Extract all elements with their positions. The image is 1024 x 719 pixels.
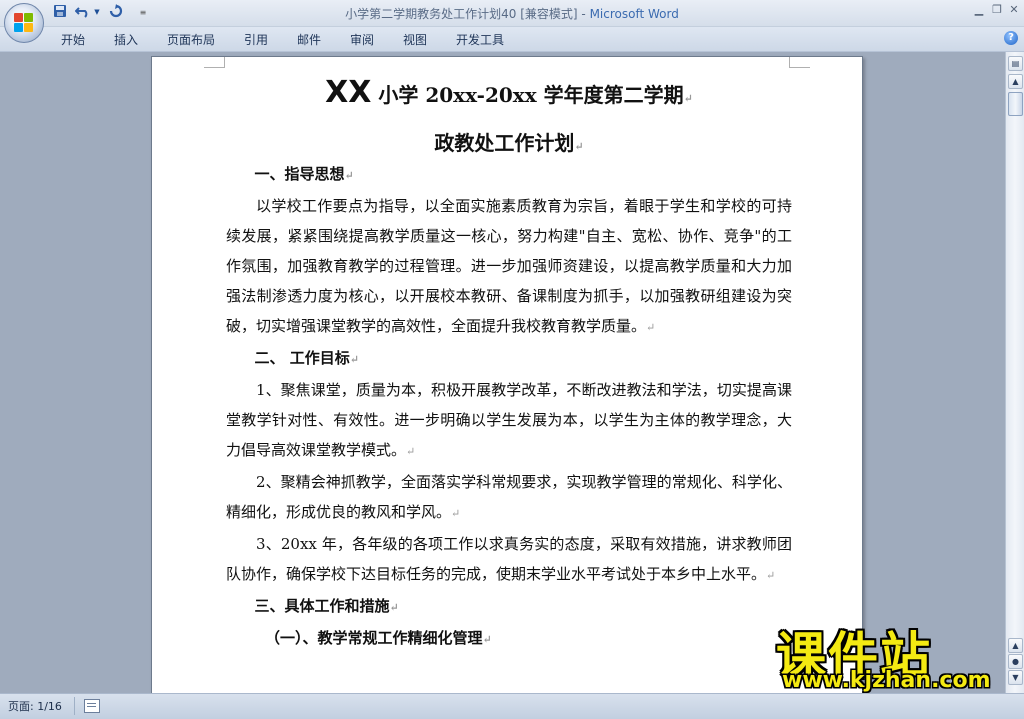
scroll-up-icon[interactable]: ▲ (1008, 74, 1023, 89)
tab-references[interactable]: 引用 (244, 31, 268, 48)
ribbon-tabs: 开始 插入 页面布局 引用 邮件 审阅 视图 开发工具 ? (0, 27, 1024, 52)
previous-page-icon[interactable]: ▲ (1008, 638, 1023, 653)
tab-mailings[interactable]: 邮件 (297, 31, 321, 48)
document-subtitle: 政教处工作计划↵ (226, 127, 792, 156)
title-xx: XX (325, 75, 372, 110)
margin-corner-mark (204, 57, 225, 68)
restore-icon[interactable]: ❐ (990, 3, 1004, 16)
ruler-toggle-icon[interactable]: ▤ (1008, 56, 1023, 71)
select-browse-object-icon[interactable]: ● (1008, 654, 1023, 669)
watermark: 课件站 www.kjzhan.com (776, 616, 1006, 696)
proofing-icon[interactable] (84, 699, 100, 713)
window-title: 小学第二学期教务处工作计划40 [兼容模式] - Microsoft Word (0, 5, 1024, 22)
paragraph: 以学校工作要点为指导，以全面实施素质教育为宗旨，着眼于学生和学校的可持续发展，紧… (226, 197, 792, 335)
title-bar: ▼ ≡ 小学第二学期教务处工作计划40 [兼容模式] - Microsoft W… (0, 0, 1024, 27)
subsection-heading: （一）、教学常规工作精细化管理↵ (265, 629, 492, 647)
subtitle-text: 政教处工作计划 (434, 131, 575, 155)
minimize-icon[interactable]: ▁ (972, 3, 986, 16)
section-heading: 二、 工作目标↵ (254, 349, 359, 367)
watermark-url: www.kjzhan.com (782, 668, 991, 693)
paragraph-mark: ↵ (683, 92, 693, 105)
tab-insert[interactable]: 插入 (114, 31, 138, 48)
section-heading: 一、指导思想↵ (254, 165, 354, 183)
margin-corner-mark (789, 57, 810, 68)
tab-view[interactable]: 视图 (403, 31, 427, 48)
status-bar: 页面: 1/16 (0, 693, 1024, 719)
document-body: 一、指导思想↵ 以学校工作要点为指导，以全面实施素质教育为宗旨，着眼于学生和学校… (226, 159, 792, 655)
tab-review[interactable]: 审阅 (350, 31, 374, 48)
vertical-scrollbar[interactable]: ▤ ▲ ▲ ● ▼ (1005, 52, 1024, 693)
document-area: XX 小学 20xx-20xx 学年度第二学期↵ 政教处工作计划↵ 一、指导思想… (0, 52, 1006, 693)
tab-home[interactable]: 开始 (61, 31, 85, 48)
document-title: XX 小学 20xx-20xx 学年度第二学期↵ (226, 75, 792, 110)
help-icon[interactable]: ? (1004, 31, 1018, 45)
paragraph: 1、聚焦课堂，质量为本，积极开展教学改革，不断改进教法和学法，切实提高课堂教学针… (226, 381, 792, 459)
office-logo-icon (14, 13, 34, 33)
tab-page-layout[interactable]: 页面布局 (167, 31, 215, 48)
tab-developer[interactable]: 开发工具 (456, 31, 504, 48)
scroll-thumb[interactable] (1008, 92, 1023, 116)
section-heading: 三、具体工作和措施↵ (254, 597, 399, 615)
paragraph: 2、聚精会神抓教学，全面落实学科常规要求，实现教学管理的常规化、科学化、精细化，… (226, 473, 792, 521)
document-page[interactable]: XX 小学 20xx-20xx 学年度第二学期↵ 政教处工作计划↵ 一、指导思想… (151, 56, 863, 693)
office-button[interactable] (4, 3, 44, 43)
page-count[interactable]: 页面: 1/16 (8, 698, 62, 714)
close-icon[interactable]: ✕ (1007, 3, 1021, 16)
next-page-icon[interactable]: ▼ (1008, 670, 1023, 685)
title-text: 小学 20xx-20xx 学年度第二学期 (371, 83, 684, 107)
paragraph-mark: ↵ (574, 140, 584, 153)
status-divider (74, 697, 75, 715)
app-name: Microsoft Word (589, 7, 679, 21)
document-name: 小学第二学期教务处工作计划40 [兼容模式] - (345, 7, 590, 21)
paragraph: 3、20xx 年，各年级的各项工作以求真务实的态度，采取有效措施，讲求教师团队协… (226, 535, 792, 583)
